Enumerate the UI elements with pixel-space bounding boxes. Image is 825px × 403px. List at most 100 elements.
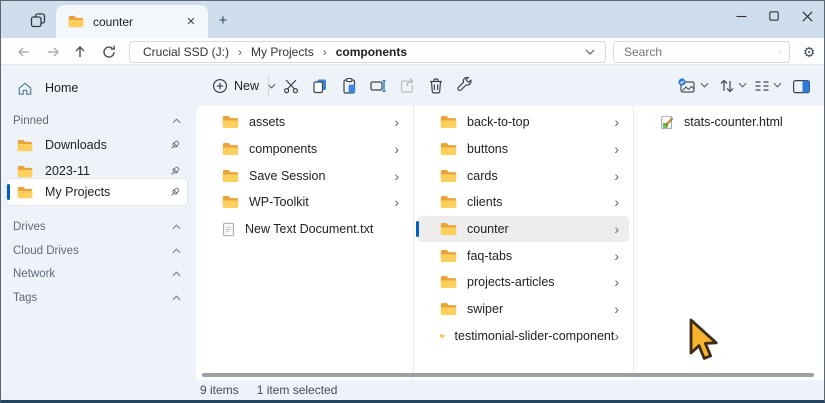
rename-icon bbox=[369, 77, 387, 95]
sidebar-section-drives[interactable]: Drives bbox=[13, 218, 181, 236]
pin-icon bbox=[168, 186, 181, 199]
filter-view-button[interactable] bbox=[674, 73, 700, 99]
chevron-up-icon[interactable] bbox=[172, 224, 181, 230]
new-tab-button[interactable]: + bbox=[213, 10, 233, 30]
sidebar-section-tags[interactable]: Tags bbox=[13, 289, 181, 307]
file-row[interactable]: components › bbox=[200, 136, 409, 163]
folder-icon bbox=[440, 249, 457, 263]
tab-label: counter bbox=[93, 15, 182, 29]
horizontal-scrollbar[interactable] bbox=[202, 373, 814, 377]
section-label: Network bbox=[13, 268, 172, 280]
file-row[interactable]: swiper › bbox=[418, 296, 629, 323]
view-list-icon bbox=[753, 77, 771, 95]
preview-pane-icon bbox=[792, 78, 811, 95]
settings-gear-icon[interactable]: ⚙ bbox=[797, 41, 821, 63]
tab-counter[interactable]: counter ✕ bbox=[56, 5, 208, 38]
wrench-icon bbox=[456, 77, 474, 95]
delete-button[interactable] bbox=[423, 73, 449, 99]
back-button[interactable] bbox=[13, 41, 35, 63]
cut-button[interactable] bbox=[278, 73, 304, 99]
file-row[interactable]: stats-counter.html bbox=[638, 109, 820, 136]
plus-circle-icon bbox=[212, 78, 228, 94]
maximize-button[interactable] bbox=[757, 1, 791, 31]
folder-icon bbox=[222, 115, 239, 129]
file-row[interactable]: assets › bbox=[200, 109, 409, 136]
file-row[interactable]: testimonial-slider-component › bbox=[418, 323, 629, 350]
sidebar-section-network[interactable]: Network bbox=[13, 265, 181, 283]
file-row[interactable]: Save Session › bbox=[200, 162, 409, 189]
search-icon bbox=[779, 46, 781, 59]
sidebar-item-home[interactable]: Home bbox=[7, 75, 187, 101]
rename-button[interactable] bbox=[365, 73, 391, 99]
sidebar-item-my-projects[interactable]: My Projects bbox=[7, 179, 187, 205]
tab-overview-icon[interactable] bbox=[27, 9, 49, 31]
copy-button[interactable] bbox=[307, 73, 333, 99]
file-row-label: testimonial-slider-component bbox=[455, 329, 615, 343]
file-row[interactable]: faq-tabs › bbox=[418, 242, 629, 269]
address-dropdown-icon[interactable] bbox=[585, 49, 595, 55]
file-row-label: Save Session bbox=[249, 169, 394, 183]
file-row[interactable]: projects-articles › bbox=[418, 269, 629, 296]
file-row[interactable]: cards › bbox=[418, 162, 629, 189]
refresh-button[interactable] bbox=[98, 41, 120, 63]
chevron-down-icon[interactable] bbox=[773, 82, 782, 88]
sort-icon bbox=[718, 77, 736, 95]
chevron-down-icon[interactable] bbox=[700, 82, 709, 88]
share-button[interactable] bbox=[394, 73, 420, 99]
sidebar: Home Pinned Downloads 2023-11 bbox=[1, 65, 196, 400]
minimize-button[interactable] bbox=[724, 1, 758, 31]
chevron-up-icon[interactable] bbox=[172, 248, 181, 254]
properties-button[interactable] bbox=[452, 73, 478, 99]
address-bar[interactable]: Crucial SSD (J:) › My Projects › compone… bbox=[129, 41, 606, 63]
chevron-right-icon: › bbox=[614, 195, 619, 209]
file-row-counter-selected[interactable]: counter › bbox=[418, 216, 629, 243]
chevron-down-icon[interactable] bbox=[738, 82, 747, 88]
folder-icon bbox=[440, 275, 457, 289]
folder-icon bbox=[440, 142, 457, 156]
breadcrumb-folder[interactable]: My Projects bbox=[251, 45, 314, 59]
file-row[interactable]: buttons › bbox=[418, 136, 629, 163]
chevron-up-icon[interactable] bbox=[172, 295, 181, 301]
file-row[interactable]: WP-Toolkit › bbox=[200, 189, 409, 216]
forward-button[interactable] bbox=[42, 41, 64, 63]
paste-button[interactable] bbox=[336, 73, 362, 99]
sidebar-item-downloads[interactable]: Downloads bbox=[7, 132, 187, 158]
file-row[interactable]: back-to-top › bbox=[418, 109, 629, 136]
new-button[interactable]: New bbox=[204, 72, 284, 100]
breadcrumb-drive[interactable]: Crucial SSD (J:) bbox=[143, 45, 229, 59]
folder-icon bbox=[440, 222, 457, 236]
chevron-right-icon: › bbox=[394, 115, 399, 129]
chevron-right-icon: › bbox=[394, 169, 399, 183]
file-row[interactable]: clients › bbox=[418, 189, 629, 216]
folder-icon bbox=[222, 195, 239, 209]
chevron-up-icon[interactable] bbox=[172, 118, 181, 124]
up-button[interactable] bbox=[69, 41, 91, 63]
sidebar-item-label: 2023-11 bbox=[45, 164, 168, 178]
chevron-right-icon: › bbox=[614, 302, 619, 316]
trash-icon bbox=[427, 77, 445, 95]
sidebar-section-pinned[interactable]: Pinned bbox=[13, 112, 181, 130]
sort-button[interactable] bbox=[714, 73, 740, 99]
home-icon bbox=[17, 81, 33, 96]
tab-close-icon[interactable]: ✕ bbox=[182, 13, 200, 31]
chevron-right-icon: › bbox=[614, 275, 619, 289]
column-3: stats-counter.html bbox=[634, 109, 824, 136]
close-button[interactable] bbox=[790, 1, 824, 31]
selection-count: 1 item selected bbox=[257, 383, 338, 397]
sidebar-section-cloud-drives[interactable]: Cloud Drives bbox=[13, 242, 181, 260]
file-row-label: counter bbox=[467, 222, 614, 236]
chevron-up-icon[interactable] bbox=[172, 271, 181, 277]
layout-view-button[interactable] bbox=[749, 73, 775, 99]
column-divider bbox=[633, 106, 634, 380]
file-row-label: faq-tabs bbox=[467, 249, 614, 263]
chevron-right-icon: › bbox=[614, 222, 619, 236]
folder-icon bbox=[222, 142, 239, 156]
file-row[interactable]: New Text Document.txt bbox=[200, 216, 409, 243]
breadcrumb-current[interactable]: components bbox=[336, 45, 407, 59]
breadcrumb-separator: › bbox=[238, 45, 242, 59]
search-input[interactable] bbox=[624, 45, 779, 59]
selection-indicator bbox=[416, 221, 419, 237]
search-box[interactable] bbox=[613, 41, 790, 63]
preview-pane-toggle[interactable] bbox=[788, 73, 814, 99]
file-row-label: New Text Document.txt bbox=[245, 222, 399, 236]
